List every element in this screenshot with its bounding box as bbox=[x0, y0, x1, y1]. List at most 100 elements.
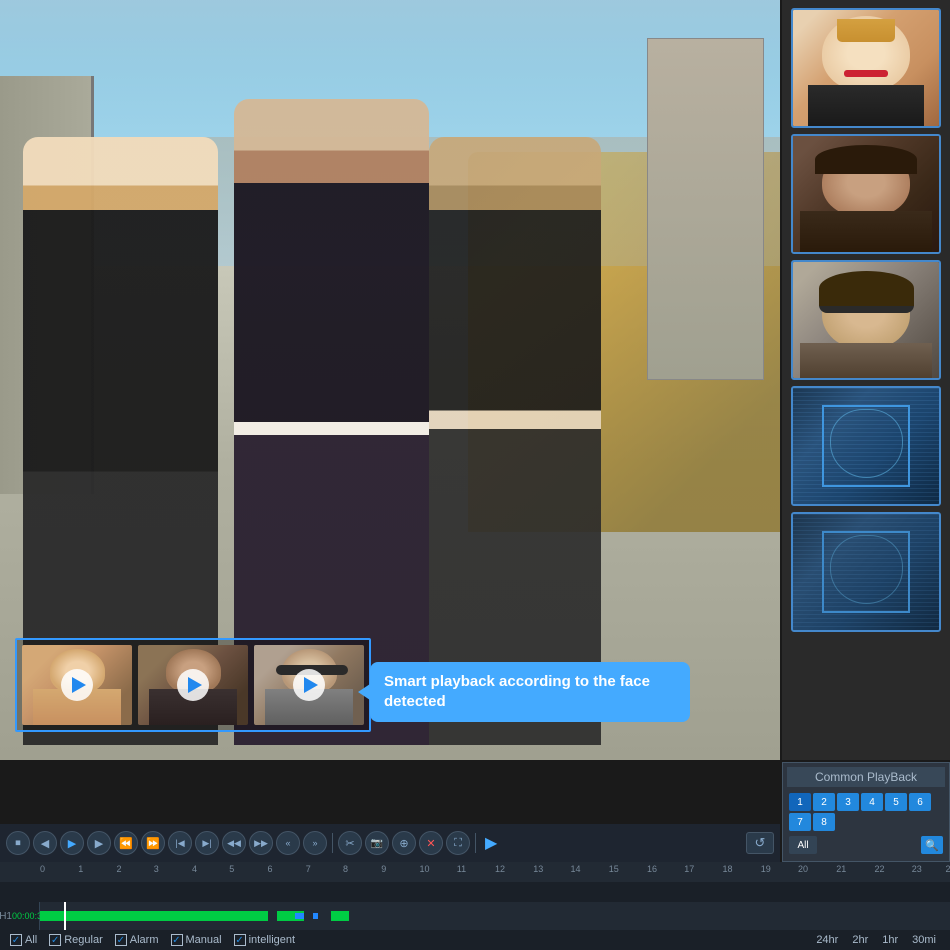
face-thumb-3[interactable] bbox=[254, 645, 364, 725]
zoom-30min[interactable]: 30mi bbox=[908, 933, 940, 947]
checkbox-all[interactable]: ✓ bbox=[10, 934, 22, 946]
time-4: 4 bbox=[192, 864, 197, 874]
prev-segment-button[interactable]: ◀◀ bbox=[222, 831, 246, 855]
stop-button[interactable]: ⏹ bbox=[6, 831, 30, 855]
play-overlay-3[interactable] bbox=[293, 669, 325, 701]
body-color-1 bbox=[808, 85, 925, 126]
zoom-1hr[interactable]: 1hr bbox=[878, 933, 902, 947]
face-thumb-2[interactable] bbox=[138, 645, 248, 725]
building-right bbox=[647, 38, 764, 380]
face-thumb-1[interactable] bbox=[22, 645, 132, 725]
frame-back-button[interactable]: ◀ bbox=[33, 831, 57, 855]
time-23: 23 bbox=[912, 864, 922, 874]
scan-face-outline-4 bbox=[830, 409, 903, 479]
checkmark-manual: ✓ bbox=[172, 935, 180, 946]
scan-face-outline-5 bbox=[830, 535, 903, 605]
channel-btn-8[interactable]: 8 bbox=[813, 813, 835, 831]
face-2-bg bbox=[793, 136, 939, 252]
rewind-button[interactable]: ⏪ bbox=[114, 831, 138, 855]
fullscreen-button[interactable]: ⛶ bbox=[446, 831, 470, 855]
clip-button[interactable]: ✂ bbox=[338, 831, 362, 855]
body-color-3 bbox=[800, 343, 931, 378]
face-detection-thumb-4[interactable] bbox=[791, 386, 941, 506]
person3-silhouette bbox=[429, 137, 601, 745]
channel-all-btn[interactable]: All bbox=[789, 836, 817, 854]
search-button[interactable]: 🔍 bbox=[921, 836, 943, 854]
controls-divider-2 bbox=[475, 833, 476, 853]
time-5: 5 bbox=[229, 864, 234, 874]
filter-manual[interactable]: ✓ Manual bbox=[171, 934, 222, 946]
checkbox-intelligent[interactable]: ✓ bbox=[234, 934, 246, 946]
channel-btn-2[interactable]: 2 bbox=[813, 793, 835, 811]
skip-end-button[interactable]: ▶| bbox=[195, 831, 219, 855]
tooltip-text: Smart playback according to the face det… bbox=[384, 673, 650, 710]
time-24: 24 bbox=[945, 864, 950, 874]
face-detection-thumb-1[interactable] bbox=[791, 8, 941, 128]
hair-1 bbox=[837, 19, 895, 42]
time-22: 22 bbox=[874, 864, 884, 874]
play-icon-3 bbox=[304, 677, 318, 693]
channel-btn-1[interactable]: 1 bbox=[789, 793, 811, 811]
filter-regular-label: Regular bbox=[64, 934, 103, 946]
channel-btn-3[interactable]: 3 bbox=[837, 793, 859, 811]
time-7: 7 bbox=[306, 864, 311, 874]
body-color-2 bbox=[800, 211, 931, 252]
forward-indicator: ▶ bbox=[485, 833, 497, 853]
time-11: 11 bbox=[457, 864, 466, 874]
filter-regular[interactable]: ✓ Regular bbox=[49, 934, 103, 946]
face-thumbnail-strip bbox=[15, 638, 371, 732]
zoom-2hr[interactable]: 2hr bbox=[848, 933, 872, 947]
time-18: 18 bbox=[723, 864, 733, 874]
channel-btn-7[interactable]: 7 bbox=[789, 813, 811, 831]
common-playback-panel: Common PlayBack 1 2 3 4 5 6 7 8 All 🔍 bbox=[782, 762, 950, 862]
channel-grid: 1 2 3 4 5 6 7 8 bbox=[787, 791, 945, 833]
checkmark-all: ✓ bbox=[12, 935, 20, 946]
checkbox-manual[interactable]: ✓ bbox=[171, 934, 183, 946]
play-overlay-2[interactable] bbox=[177, 669, 209, 701]
checkbox-regular[interactable]: ✓ bbox=[49, 934, 61, 946]
close-button[interactable]: ✕ bbox=[419, 831, 443, 855]
filter-intelligent[interactable]: ✓ intelligent bbox=[234, 934, 295, 946]
zoom-button[interactable]: ⊕ bbox=[392, 831, 416, 855]
checkbox-alarm[interactable]: ✓ bbox=[115, 934, 127, 946]
timeline-area[interactable]: 0 1 2 3 4 5 6 7 8 9 10 11 12 13 14 15 16… bbox=[0, 862, 950, 930]
channel-btn-6[interactable]: 6 bbox=[909, 793, 931, 811]
face-4-bg bbox=[793, 388, 939, 504]
channel-search-row: All 🔍 bbox=[787, 833, 945, 857]
filter-all[interactable]: ✓ All bbox=[10, 934, 37, 946]
filter-all-label: All bbox=[25, 934, 37, 946]
fast-forward-button[interactable]: ⏩ bbox=[141, 831, 165, 855]
time-2: 2 bbox=[116, 864, 121, 874]
time-cursor bbox=[64, 902, 66, 930]
face-5-bg bbox=[793, 514, 939, 630]
zoom-24hr[interactable]: 24hr bbox=[812, 933, 842, 947]
checkmark-alarm: ✓ bbox=[117, 935, 125, 946]
ch-label-text: CH1 bbox=[0, 911, 12, 922]
timeline-track[interactable] bbox=[40, 902, 950, 930]
filter-alarm[interactable]: ✓ Alarm bbox=[115, 934, 159, 946]
snapshot-button[interactable]: 📷 bbox=[365, 831, 389, 855]
timeline-zoom-buttons: 24hr 2hr 1hr 30mi bbox=[812, 933, 940, 947]
channel-btn-5[interactable]: 5 bbox=[885, 793, 907, 811]
skip-start-button[interactable]: |◀ bbox=[168, 831, 192, 855]
next-segment-button[interactable]: ▶▶ bbox=[249, 831, 273, 855]
time-10: 10 bbox=[419, 864, 429, 874]
main-video-area: Smart playback according to the face det… bbox=[0, 0, 780, 760]
footer-bar: ✓ All ✓ Regular ✓ Alarm ✓ Manual ✓ bbox=[0, 930, 950, 950]
fast-button[interactable]: » bbox=[303, 831, 327, 855]
slow-button[interactable]: « bbox=[276, 831, 300, 855]
play-button[interactable]: ▶ bbox=[60, 831, 84, 855]
frame-forward-button[interactable]: ▶ bbox=[87, 831, 111, 855]
filter-intelligent-label: intelligent bbox=[249, 934, 295, 946]
face-detection-thumb-2[interactable] bbox=[791, 134, 941, 254]
face-detection-thumb-5[interactable] bbox=[791, 512, 941, 632]
face-detection-thumb-3[interactable] bbox=[791, 260, 941, 380]
channel-btn-4[interactable]: 4 bbox=[861, 793, 883, 811]
controls-divider-1 bbox=[332, 833, 333, 853]
refresh-button[interactable]: ↺ bbox=[746, 832, 774, 854]
time-21: 21 bbox=[836, 864, 846, 874]
time-6: 6 bbox=[268, 864, 273, 874]
hair-2 bbox=[815, 145, 917, 174]
play-overlay-1[interactable] bbox=[61, 669, 93, 701]
time-0: 0 bbox=[40, 864, 45, 874]
